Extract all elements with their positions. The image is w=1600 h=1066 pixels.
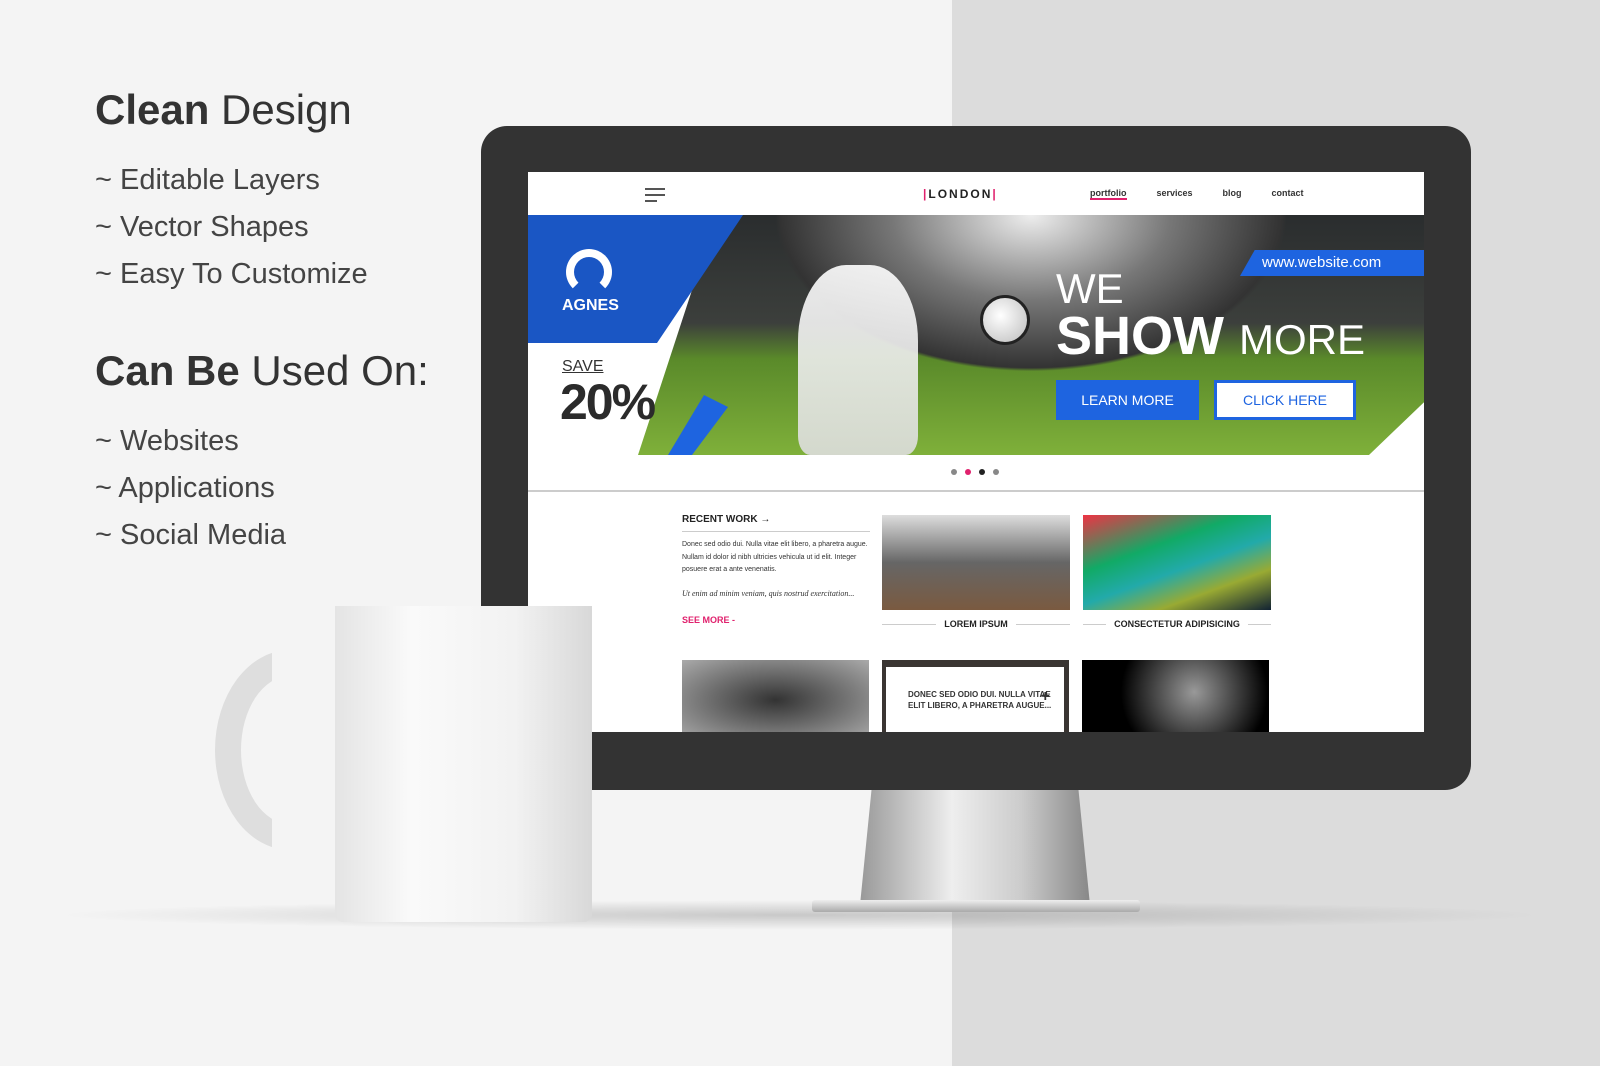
carousel-dot[interactable] [965, 469, 971, 475]
hero-line2: SHOW MORE [1056, 306, 1366, 366]
nav-contact[interactable]: contact [1272, 188, 1304, 200]
see-more-link[interactable]: SEE MORE - [682, 615, 870, 625]
section-divider [528, 490, 1424, 492]
player-image [798, 265, 918, 455]
nav-portfolio[interactable]: portfolio [1090, 188, 1127, 200]
thumb-overlay-card[interactable]: DONEC SED ODIO DUI. NULLA VITAE ELIT LIB… [886, 667, 1064, 732]
carousel-dot-active[interactable] [979, 469, 985, 475]
site-logo[interactable]: |LONDON| [923, 187, 998, 201]
usage-item: ~ Websites [95, 425, 239, 457]
mug [335, 606, 592, 922]
feature-item: ~ Vector Shapes [95, 211, 309, 243]
recent-work-title[interactable]: RECENT WORK → [682, 514, 870, 532]
floor-shadow [50, 900, 1550, 930]
plus-icon[interactable]: + [1041, 689, 1050, 705]
recent-work-quote: Ut enim ad minim veniam, quis nostrud ex… [682, 588, 855, 598]
caption-consectetur: CONSECTETUR ADIPISICING [1083, 619, 1271, 629]
feature-item: ~ Editable Layers [95, 164, 320, 196]
click-here-button[interactable]: CLICK HERE [1214, 380, 1356, 420]
usage-item: ~ Social Media [95, 519, 287, 551]
carousel-dots [951, 469, 999, 475]
thumb-portrait[interactable] [1082, 660, 1269, 732]
thumb-consectetur[interactable] [1083, 515, 1271, 610]
agnes-logo-icon [566, 249, 612, 295]
hero-banner: AGNES SAVE 20% www.website.com WE SHOW M… [528, 215, 1424, 455]
promo-title: Clean Design [95, 86, 352, 133]
hamburger-menu-icon[interactable] [645, 188, 665, 206]
monitor-base [812, 900, 1140, 912]
caption-lorem-ipsum: LOREM IPSUM [882, 619, 1070, 629]
nav-services[interactable]: services [1157, 188, 1193, 200]
recent-work-text: Donec sed odio dui. Nulla vitae elit lib… [682, 541, 868, 573]
thumb-guitar[interactable] [682, 660, 869, 732]
brand-name: AGNES [562, 297, 619, 314]
feature-item: ~ Easy To Customize [95, 258, 368, 290]
website-url[interactable]: www.website.com [1240, 250, 1424, 276]
carousel-dot[interactable] [951, 469, 957, 475]
website-screen: |LONDON| portfolio services blog contact… [528, 172, 1424, 732]
soccer-ball-icon [980, 295, 1030, 345]
carousel-dot[interactable] [993, 469, 999, 475]
site-nav: |LONDON| portfolio services blog contact [528, 172, 1424, 215]
recent-work: RECENT WORK → Donec sed odio dui. Nulla … [682, 514, 870, 625]
learn-more-button[interactable]: LEARN MORE [1056, 380, 1199, 420]
thumb-lorem-ipsum[interactable] [882, 515, 1070, 610]
save-percent: 20% [560, 374, 656, 430]
nav-blog[interactable]: blog [1223, 188, 1242, 200]
usage-item: ~ Applications [95, 472, 275, 504]
hero-line1: WE [1056, 265, 1124, 312]
monitor-stand [860, 790, 1090, 905]
usage-title: Can Be Used On: [95, 347, 429, 394]
